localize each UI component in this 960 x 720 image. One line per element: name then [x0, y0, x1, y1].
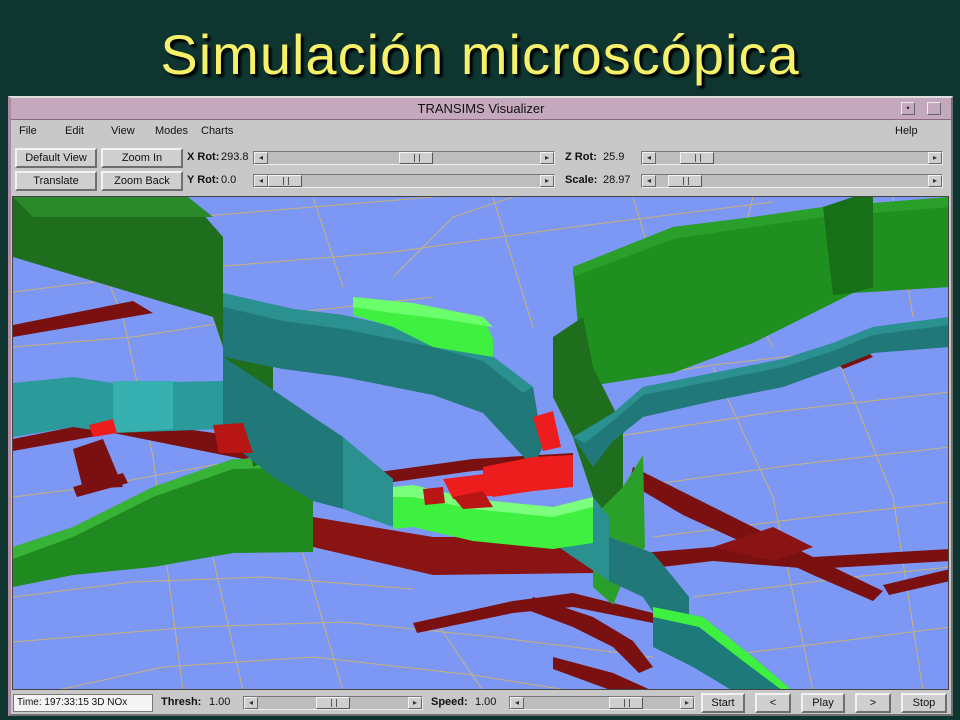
x-rot-slider[interactable]: ◂ ▸: [253, 151, 555, 165]
arrow-left-icon[interactable]: ◂: [642, 152, 656, 164]
status-bar: Time: 197:33:15 3D NOx Thresh: 1.00 ◂ ▸ …: [11, 692, 951, 714]
play-button[interactable]: Play: [801, 693, 845, 713]
scale-slider-thumb[interactable]: [668, 175, 702, 187]
arrow-right-icon[interactable]: ▸: [540, 175, 554, 187]
start-button[interactable]: Start: [701, 693, 745, 713]
arrow-right-icon[interactable]: ▸: [928, 152, 942, 164]
arrow-left-icon[interactable]: ◂: [510, 697, 524, 709]
zoom-in-button[interactable]: Zoom In: [101, 148, 183, 168]
y-rot-slider-thumb[interactable]: [268, 175, 302, 187]
thresh-value: 1.00: [209, 696, 231, 708]
window-title: TRANSIMS Visualizer: [417, 101, 545, 116]
time-display: Time: 197:33:15 3D NOx: [13, 694, 153, 712]
maximize-icon[interactable]: [927, 102, 941, 115]
zoom-back-button[interactable]: Zoom Back: [101, 171, 183, 191]
arrow-left-icon[interactable]: ◂: [254, 152, 268, 164]
scale-slider[interactable]: ◂ ▸: [641, 174, 943, 188]
default-view-button[interactable]: Default View: [15, 148, 97, 168]
3d-viewport[interactable]: [12, 196, 949, 690]
arrow-right-icon[interactable]: ▸: [928, 175, 942, 187]
x-rot-slider-thumb[interactable]: [399, 152, 433, 164]
speed-slider-thumb[interactable]: [609, 697, 643, 709]
menu-view[interactable]: View: [111, 125, 135, 137]
menu-charts[interactable]: Charts: [201, 125, 233, 137]
x-rot-value: 293.8: [221, 151, 249, 163]
simulation-scene: [13, 197, 948, 689]
view-controls: Default View Zoom In Translate Zoom Back…: [11, 142, 951, 192]
speed-value: 1.00: [475, 696, 497, 708]
z-rot-label: Z Rot:: [565, 151, 597, 163]
arrow-left-icon[interactable]: ◂: [244, 697, 258, 709]
slide-title: Simulación microscópica: [160, 23, 800, 86]
z-rot-slider[interactable]: ◂ ▸: [641, 151, 943, 165]
step-back-button[interactable]: <: [755, 693, 791, 713]
speed-slider[interactable]: ◂ ▸: [509, 696, 695, 710]
minimize-icon[interactable]: •: [901, 102, 915, 115]
arrow-right-icon[interactable]: ▸: [540, 152, 554, 164]
thresh-slider-thumb[interactable]: [316, 697, 350, 709]
menu-modes[interactable]: Modes: [155, 125, 188, 137]
z-rot-slider-thumb[interactable]: [680, 152, 714, 164]
stop-button[interactable]: Stop: [901, 693, 947, 713]
x-rot-label: X Rot:: [187, 151, 220, 163]
step-forward-button[interactable]: >: [855, 693, 891, 713]
arrow-left-icon[interactable]: ◂: [642, 175, 656, 187]
scale-label: Scale:: [565, 174, 598, 186]
menu-file[interactable]: File: [19, 125, 37, 137]
menu-help[interactable]: Help: [895, 125, 918, 137]
speed-label: Speed:: [431, 696, 468, 708]
z-rot-value: 25.9: [603, 151, 625, 163]
transims-window: TRANSIMS Visualizer • File Edit View Mod…: [8, 96, 953, 716]
y-rot-label: Y Rot:: [187, 174, 220, 186]
arrow-left-icon[interactable]: ◂: [254, 175, 268, 187]
y-rot-value: 0.0: [221, 174, 237, 186]
translate-button[interactable]: Translate: [15, 171, 97, 191]
menu-edit[interactable]: Edit: [65, 125, 84, 137]
thresh-label: Thresh:: [161, 696, 202, 708]
arrow-right-icon[interactable]: ▸: [680, 697, 694, 709]
y-rot-slider[interactable]: ◂ ▸: [253, 174, 555, 188]
window-titlebar[interactable]: TRANSIMS Visualizer •: [11, 98, 951, 120]
menubar: File Edit View Modes Charts Help: [11, 122, 951, 140]
arrow-right-icon[interactable]: ▸: [408, 697, 422, 709]
thresh-slider[interactable]: ◂ ▸: [243, 696, 423, 710]
scale-value: 28.97: [603, 174, 631, 186]
